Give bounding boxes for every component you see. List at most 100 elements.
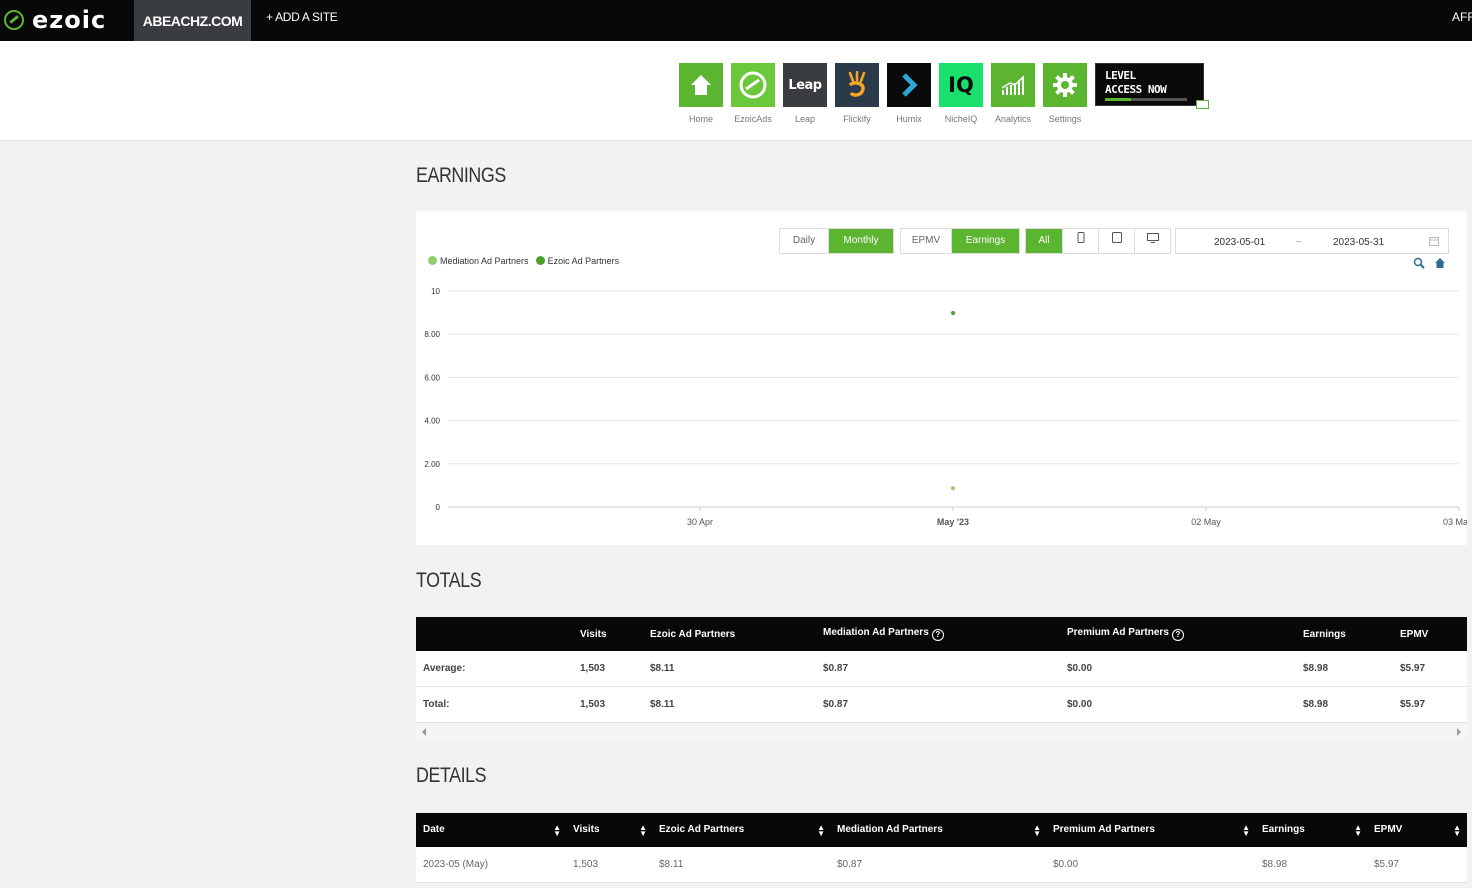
sort-header-epmv[interactable]: EPMV ▲ ▼ [1374,813,1467,847]
gear-icon [1043,63,1087,107]
app-leap[interactable]: Leap Leap [783,63,827,124]
y-tick-label: 10 [431,287,440,296]
app-nicheiq[interactable]: IQ NicheIQ [939,63,983,124]
level-progress-track [1131,98,1187,101]
cell-earnings: $8.98 [1262,847,1374,883]
app-launcher-bar: Home EzoicAds Leap Leap Flickify Humix I… [0,41,1472,141]
x-tick-label: 03 Ma [1443,517,1467,527]
app-flickify[interactable]: Flickify [835,63,879,124]
sort-icon: ▲ ▼ [817,822,825,838]
cell-mediation: $0.87 [823,651,1067,687]
add-site-link[interactable]: + ADD A SITE [266,0,338,34]
sort-icon: ▲ ▼ [1242,822,1250,838]
cell-earnings: $8.98 [1303,686,1400,723]
nicheiq-icon: IQ [939,63,983,107]
data-point [951,486,955,491]
level-access-line2: ACCESS NOW [1105,83,1167,96]
y-tick-label: 0 [436,503,441,512]
col-header-label [416,617,580,651]
x-tick-label: May '23 [937,517,969,527]
sort-icon: ▲ ▼ [639,822,647,838]
logo-text: ezoic [32,6,107,34]
x-tick-label: 30 Apr [687,517,713,527]
level-access-line1: LEVEL [1105,69,1136,82]
earnings-chart-card: Daily Monthly EPMV Earnings All 2023-05-… [416,211,1467,545]
col-header-ezoic: Ezoic Ad Partners [650,617,823,651]
app-settings[interactable]: Settings [1043,63,1087,124]
app-analytics[interactable]: Analytics [991,63,1035,124]
y-tick-label: 8.00 [424,330,440,339]
totals-table: Visits Ezoic Ad Partners Mediation Ad Pa… [416,617,1467,723]
details-table-card: Date ▲ ▼ Visits ▲ ▼ Ezoic Ad Partners ▲ ▼ Medi… [416,813,1467,883]
app-ezoicads[interactable]: EzoicAds [731,63,775,124]
app-home[interactable]: Home [679,63,723,124]
y-tick-label: 6.00 [424,373,440,382]
row-label: Average: [416,651,580,687]
sort-header-earnings[interactable]: Earnings ▲ ▼ [1262,813,1374,847]
app-humix[interactable]: Humix [887,63,931,124]
mail-icon[interactable] [1196,100,1209,109]
app-label: Settings [1048,114,1082,124]
col-header-earnings: Earnings [1303,617,1400,651]
sort-header-ezoic[interactable]: Ezoic Ad Partners ▲ ▼ [659,813,837,847]
cell-mediation: $0.87 [823,686,1067,723]
ezoicads-icon [731,63,775,107]
cell-visits: 1,503 [580,686,650,723]
earnings-chart: 0 2.00 4.00 6.00 8.00 10 30 Apr May '23 02 May 03… [424,287,1467,527]
flickify-icon [835,63,879,107]
cell-ezoic: $8.11 [650,651,823,687]
cell-date: 2023-05 (May) [416,847,573,883]
x-tick-label: 02 May [1191,517,1221,527]
cell-epmv: $5.97 [1400,651,1467,687]
cell-epmv: $5.97 [1400,686,1467,723]
top-nav-bar: ezoic ABEACHZ.COM + ADD A SITE AFFI [0,0,1472,41]
row-label: Total: [416,686,580,723]
level-access-now-button[interactable]: LEVEL ACCESS NOW [1095,63,1204,106]
table-row: 2023-05 (May) 1,503 $8.11 $0.87 $0.00 $8… [416,847,1467,883]
cell-premium: $0.00 [1067,651,1303,687]
cell-premium: $0.00 [1053,847,1262,883]
sort-header-mediation[interactable]: Mediation Ad Partners ▲ ▼ [837,813,1053,847]
col-header-visits: Visits [580,617,650,651]
sort-icon: ▲ ▼ [1354,822,1362,838]
sort-header-date[interactable]: Date ▲ ▼ [416,813,573,847]
data-point [951,311,955,316]
totals-title: TOTALS [416,569,482,592]
leap-icon: Leap [783,63,827,107]
sort-header-premium[interactable]: Premium Ad Partners ▲ ▼ [1053,813,1262,847]
table-row: Average: 1,503 $8.11 $0.87 $0.00 $8.98 $… [416,651,1467,687]
cell-epmv: $5.97 [1374,847,1467,883]
y-tick-label: 4.00 [424,417,440,426]
earnings-title: EARNINGS [416,164,506,187]
analytics-icon [991,63,1035,107]
home-icon [679,63,723,107]
cell-mediation: $0.87 [837,847,1053,883]
level-progress-fill [1105,98,1131,101]
cell-visits: 1,503 [580,651,650,687]
totals-table-card: Visits Ezoic Ad Partners Mediation Ad Pa… [416,617,1467,723]
details-table: Date ▲ ▼ Visits ▲ ▼ Ezoic Ad Partners ▲ ▼ Medi… [416,813,1467,883]
sort-header-visits[interactable]: Visits ▲ ▼ [573,813,659,847]
col-header-mediation: Mediation Ad Partners? [823,617,1067,651]
table-row: Total: 1,503 $8.11 $0.87 $0.00 $8.98 $5.… [416,686,1467,723]
cell-earnings: $8.98 [1303,651,1400,687]
y-tick-label: 2.00 [424,460,440,469]
ezoic-logo-icon [4,10,24,30]
col-header-epmv: EPMV [1400,617,1467,651]
sort-icon: ▲ ▼ [1033,822,1041,838]
humix-icon [887,63,931,107]
sort-icon: ▲ ▼ [1453,822,1461,838]
cell-visits: 1,503 [573,847,659,883]
help-icon[interactable]: ? [1171,629,1184,641]
scroll-left-icon [422,728,426,736]
cell-ezoic: $8.11 [650,686,823,723]
affiliate-link[interactable]: AFFI [1452,0,1472,34]
help-icon[interactable]: ? [931,629,944,641]
details-title: DETAILS [416,764,487,787]
horizontal-scrollbar[interactable] [416,724,1467,740]
sort-icon: ▲ ▼ [553,822,561,838]
site-selector-tab[interactable]: ABEACHZ.COM [134,0,251,41]
cell-premium: $0.00 [1067,686,1303,723]
col-header-premium: Premium Ad Partners? [1067,617,1303,651]
ezoic-logo[interactable]: ezoic [4,5,106,35]
